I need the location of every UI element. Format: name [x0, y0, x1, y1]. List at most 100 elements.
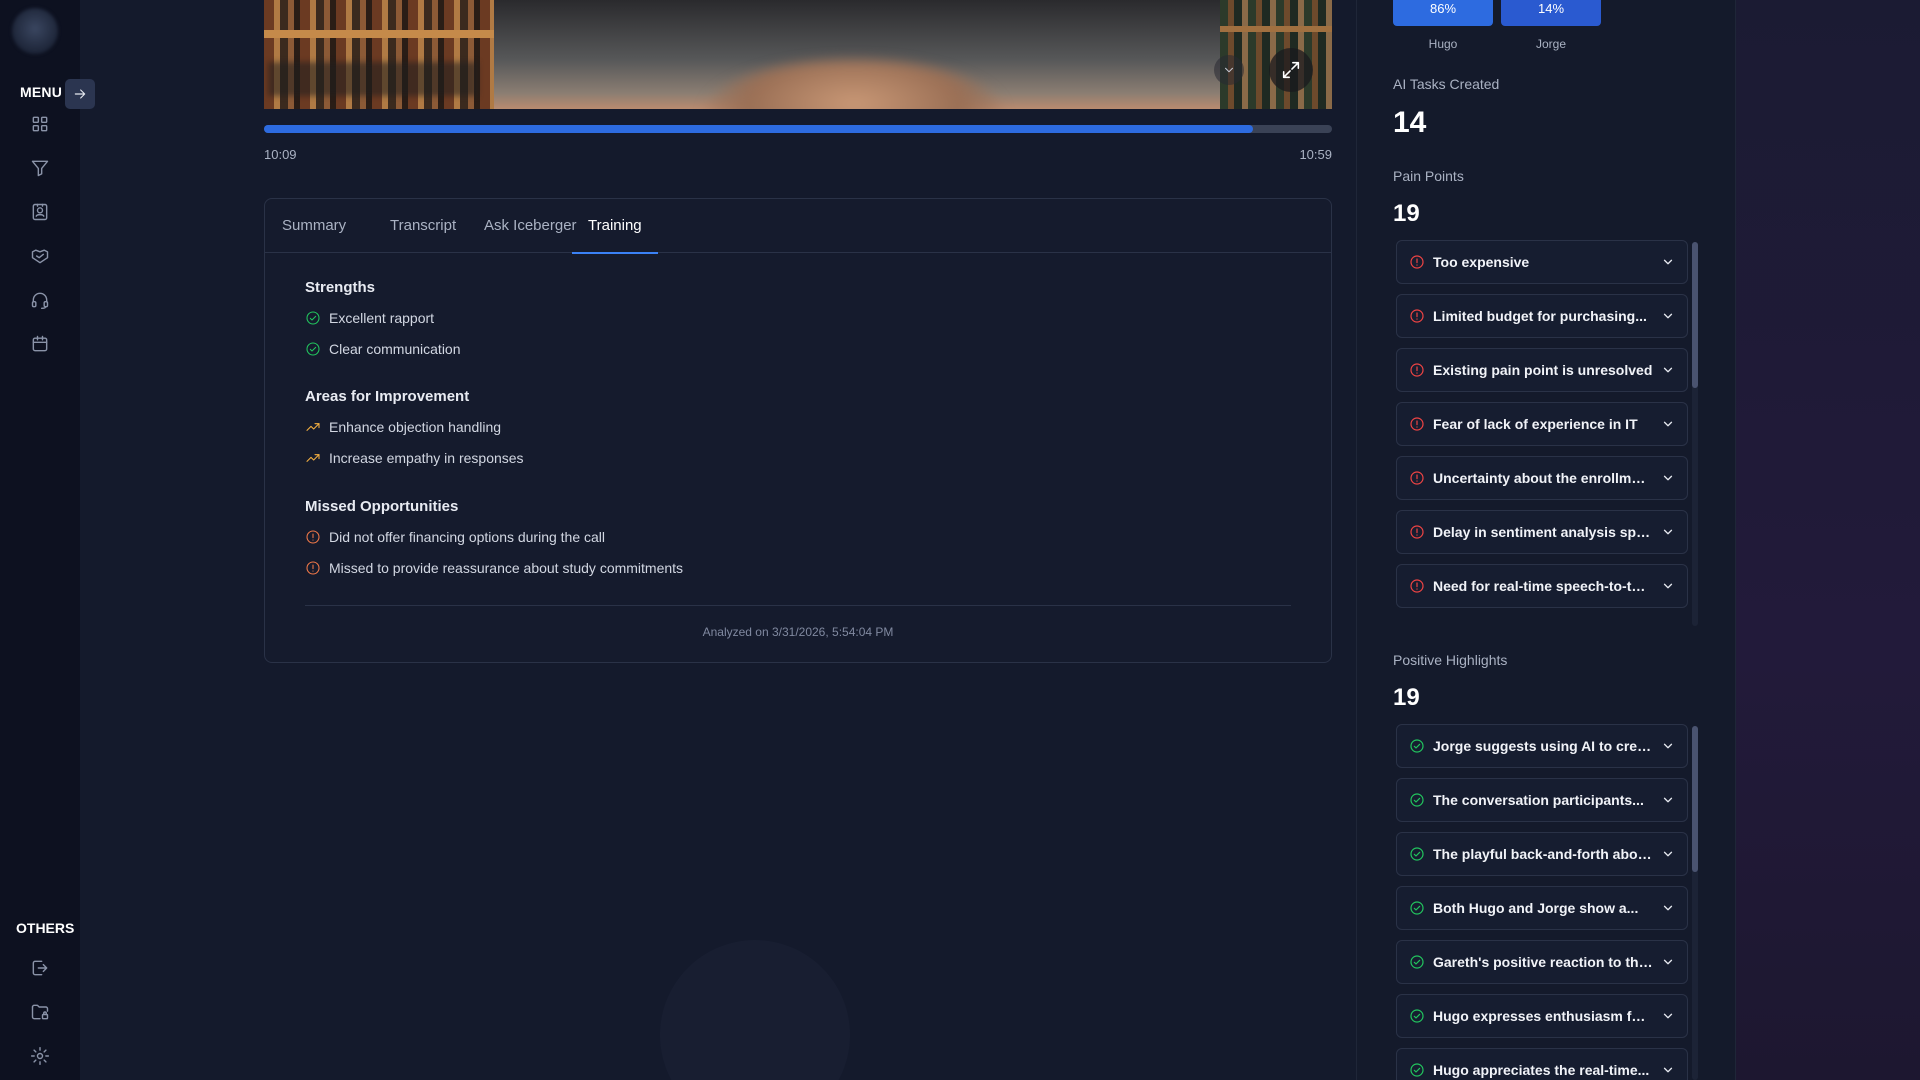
positive-highlight-text: Both Hugo and Jorge show a...: [1433, 900, 1639, 916]
check-circle-icon: [1410, 901, 1424, 915]
pain-point-item[interactable]: Too expensive: [1396, 240, 1688, 284]
pain-point-text: Existing pain point is unresolved: [1433, 362, 1653, 378]
alert-circle-icon: [1410, 525, 1424, 539]
positive-highlight-item[interactable]: Hugo appreciates the real-time...: [1396, 1048, 1688, 1080]
improvement-text: Enhance objection handling: [329, 419, 502, 435]
pain-points-label: Pain Points: [1393, 168, 1464, 184]
card-divider: [305, 605, 1291, 606]
pain-point-item[interactable]: Need for real-time speech-to-tex...: [1396, 564, 1688, 608]
positive-highlight-item[interactable]: The conversation participants...: [1396, 778, 1688, 822]
alert-circle-icon: [306, 561, 320, 575]
grid-icon: [32, 116, 48, 132]
pain-point-text: Too expensive: [1433, 254, 1530, 270]
current-time: 10:09: [264, 147, 297, 162]
sidebar-item-settings[interactable]: [27, 1043, 53, 1069]
playback-progress-bar[interactable]: [264, 125, 1332, 133]
pain-point-text: Delay in sentiment analysis speed: [1433, 524, 1653, 540]
sidebar-item-deals[interactable]: [27, 243, 53, 269]
sidebar-expand-button[interactable]: [65, 79, 95, 109]
alert-circle-icon: [1410, 255, 1424, 269]
sidebar-item-dashboard[interactable]: [27, 111, 53, 137]
chevron-down-icon[interactable]: [1661, 309, 1675, 323]
pain-point-item[interactable]: Limited budget for purchasing...: [1396, 294, 1688, 338]
fullscreen-button[interactable]: [1269, 48, 1313, 92]
pain-point-text: Uncertainty about the enrollmen...: [1433, 470, 1653, 486]
positive-highlight-item[interactable]: Jorge suggests using AI to create...: [1396, 724, 1688, 768]
sidebar-item-calls[interactable]: [27, 287, 53, 313]
pain-point-text: Need for real-time speech-to-tex...: [1433, 578, 1653, 594]
chevron-down-icon[interactable]: [1661, 793, 1675, 807]
check-circle-icon: [306, 342, 320, 356]
check-circle-icon: [1410, 1009, 1424, 1023]
filter-icon: [31, 160, 49, 177]
improvement-heading: Areas for Improvement: [305, 388, 470, 405]
chevron-down-icon[interactable]: [1661, 363, 1675, 377]
positive-highlight-item[interactable]: Gareth's positive reaction to the...: [1396, 940, 1688, 984]
positive-highlights-scrollbar[interactable]: [1692, 726, 1698, 1080]
check-circle-icon: [1410, 1063, 1424, 1077]
positive-highlight-text: Gareth's positive reaction to the...: [1433, 954, 1653, 970]
pain-point-item[interactable]: Uncertainty about the enrollmen...: [1396, 456, 1688, 500]
tab-transcript[interactable]: Transcript: [374, 199, 472, 253]
sidebar-item-files[interactable]: [27, 999, 53, 1025]
positive-highlight-item[interactable]: The playful back-and-forth about...: [1396, 832, 1688, 876]
check-circle-icon: [1410, 739, 1424, 753]
trending-up-icon: [306, 423, 320, 431]
chevron-down-icon[interactable]: [1661, 955, 1675, 969]
handshake-icon: [31, 249, 49, 264]
pain-point-item[interactable]: Existing pain point is unresolved: [1396, 348, 1688, 392]
positive-highlight-item[interactable]: Hugo expresses enthusiasm for...: [1396, 994, 1688, 1038]
tab-summary[interactable]: Summary: [266, 199, 362, 253]
sidebar-item-calendar[interactable]: [27, 331, 53, 357]
chevron-down-icon[interactable]: [1661, 847, 1675, 861]
headset-icon: [31, 292, 49, 310]
scrollbar-thumb[interactable]: [1692, 726, 1698, 872]
video-participant-left: [264, 0, 494, 109]
sidebar-item-contacts[interactable]: [27, 199, 53, 225]
chevron-down-icon[interactable]: [1661, 255, 1675, 269]
missed-text: Did not offer financing options during t…: [329, 529, 606, 545]
sidebar-item-logout[interactable]: [27, 955, 53, 981]
positive-highlight-text: Hugo expresses enthusiasm for...: [1433, 1008, 1653, 1024]
chevron-down-icon[interactable]: [1661, 1063, 1675, 1077]
chevron-down-icon[interactable]: [1661, 579, 1675, 593]
chevron-down-icon[interactable]: [1661, 417, 1675, 431]
strength-item: Excellent rapport: [305, 310, 434, 326]
strength-text: Clear communication: [329, 341, 461, 357]
alert-circle-icon: [1410, 417, 1424, 431]
video-options-button[interactable]: [1214, 55, 1244, 85]
trending-up-icon: [306, 454, 320, 462]
chevron-down-icon[interactable]: [1661, 525, 1675, 539]
panel-divider: [1735, 0, 1736, 1080]
positive-highlight-item[interactable]: Both Hugo and Jorge show a...: [1396, 886, 1688, 930]
video-participant-main: [494, 0, 1224, 109]
total-time: 10:59: [1299, 147, 1332, 162]
analyzed-timestamp: Analyzed on 3/31/2026, 5:54:04 PM: [702, 625, 894, 639]
pain-points-list[interactable]: Too expensive Limited budget for purchasi…: [1393, 240, 1693, 626]
positive-highlight-text: The playful back-and-forth about...: [1433, 846, 1653, 862]
chevron-down-icon[interactable]: [1661, 739, 1675, 753]
talk-ratio-percent: 14%: [1537, 1, 1565, 16]
missed-heading: Missed Opportunities: [305, 498, 459, 515]
gear-icon: [30, 1046, 50, 1066]
background-decoration: [660, 940, 850, 1080]
chevron-down-icon[interactable]: [1661, 901, 1675, 915]
strength-text: Excellent rapport: [329, 310, 435, 326]
pain-points-count: 19: [1393, 200, 1420, 227]
sidebar-item-filter[interactable]: [27, 155, 53, 181]
video-player[interactable]: [264, 0, 1332, 109]
sidebar: MENU OTHERS: [0, 0, 95, 1080]
contacts-icon: [32, 203, 48, 221]
scrollbar-thumb[interactable]: [1692, 242, 1698, 388]
right-gradient-area: [1736, 0, 1920, 1080]
pain-point-item[interactable]: Fear of lack of experience in IT: [1396, 402, 1688, 446]
pain-points-scrollbar[interactable]: [1692, 242, 1698, 626]
positive-highlights-list[interactable]: Jorge suggests using AI to create... The …: [1393, 724, 1693, 1080]
menu-label: MENU: [20, 84, 63, 100]
strengths-heading: Strengths: [305, 279, 376, 296]
tab-training[interactable]: Training: [572, 199, 658, 254]
logout-icon: [32, 960, 48, 976]
chevron-down-icon[interactable]: [1661, 1009, 1675, 1023]
pain-point-item[interactable]: Delay in sentiment analysis speed: [1396, 510, 1688, 554]
chevron-down-icon[interactable]: [1661, 471, 1675, 485]
